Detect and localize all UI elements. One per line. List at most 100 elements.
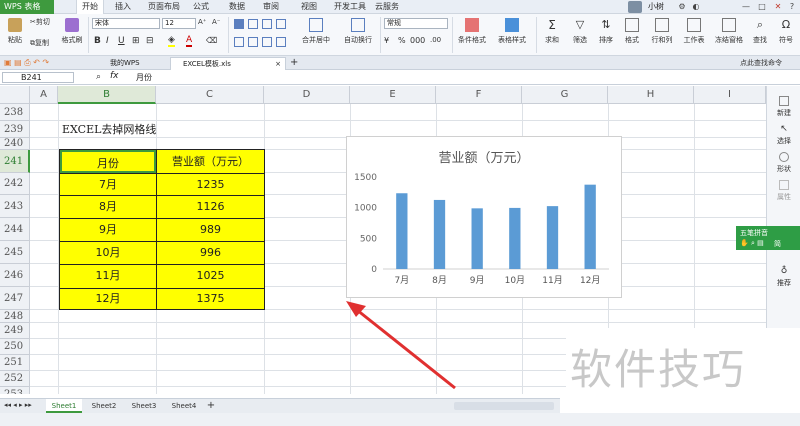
name-box[interactable]: B241 xyxy=(2,72,74,83)
paste-button[interactable]: 粘贴 xyxy=(2,18,28,45)
grow-font-icon[interactable]: A⁺ xyxy=(198,18,206,26)
currency-icon[interactable]: ¥ xyxy=(384,36,389,45)
row-header[interactable]: 239 xyxy=(0,121,30,138)
align-top-icon[interactable] xyxy=(234,19,244,29)
sheet-nav-icons[interactable]: ◂◂ ◂ ▸ ▸▸ xyxy=(4,401,32,409)
bar[interactable] xyxy=(546,206,559,269)
align-center-icon[interactable] xyxy=(248,37,258,47)
bar[interactable] xyxy=(584,184,596,269)
tab-my-wps[interactable]: 我的WPS xyxy=(98,57,168,70)
row-col-button[interactable]: 行和列 xyxy=(648,18,676,45)
tab-view[interactable]: 视图 xyxy=(296,0,322,14)
panel-recommend-button[interactable]: ♁ 推荐 xyxy=(767,266,800,288)
tab-page-layout[interactable]: 页面布局 xyxy=(144,0,184,14)
skin-icon[interactable]: ◐ xyxy=(690,1,702,12)
row-header[interactable]: 246 xyxy=(0,264,30,287)
header-cell-revenue[interactable]: 营业额（万元） xyxy=(157,150,264,173)
ime-toolbar[interactable]: 五笔拼音 ✋ ⌕ ▤ 简 xyxy=(736,226,800,250)
command-search[interactable]: 点此查找命令 xyxy=(740,58,782,68)
sheet-tab-2[interactable]: Sheet2 xyxy=(86,399,122,413)
data-table[interactable]: 月份 营业额（万元） 7月 1235 8月 1126 9月 989 10月 99… xyxy=(59,149,265,290)
sort-button[interactable]: ⇅ 排序 xyxy=(594,18,618,45)
row-header[interactable]: 240 xyxy=(0,138,30,150)
row-header[interactable]: 250 xyxy=(0,339,30,355)
tab-developer[interactable]: 开发工具 xyxy=(330,0,370,14)
strike-icon[interactable]: ⊟ xyxy=(146,36,154,46)
tab-formula[interactable]: 公式 xyxy=(188,0,214,14)
column-header-a[interactable]: A xyxy=(30,86,58,104)
sheet-tab-3[interactable]: Sheet3 xyxy=(126,399,162,413)
number-format-select[interactable]: 常规 xyxy=(384,18,448,29)
column-header-d[interactable]: D xyxy=(264,86,350,104)
formula-input[interactable]: 月份 xyxy=(130,72,760,83)
table-cell-revenue[interactable]: 1375 xyxy=(157,289,264,309)
tab-data[interactable]: 数据 xyxy=(224,0,250,14)
align-middle-icon[interactable] xyxy=(248,19,258,29)
sum-button[interactable]: Σ 求和 xyxy=(540,18,564,45)
row-header[interactable]: 245 xyxy=(0,241,30,264)
new-tab-icon[interactable]: + xyxy=(290,57,298,68)
freeze-panes-button[interactable]: 冻结窗格 xyxy=(712,18,746,45)
align-right-icon[interactable] xyxy=(262,37,272,47)
bar[interactable] xyxy=(396,193,408,269)
table-cell-month[interactable]: 10月 xyxy=(60,242,156,264)
merge-center-button[interactable]: 合并居中 xyxy=(296,18,336,45)
panel-select-button[interactable]: ↖ 选择 xyxy=(767,124,800,146)
horizontal-scrollbar[interactable] xyxy=(454,402,554,410)
border-icon[interactable]: ⊞ xyxy=(132,36,140,46)
tab-start[interactable]: 开始 xyxy=(76,0,104,14)
underline-button[interactable]: U xyxy=(118,36,125,46)
data-table-last-row[interactable]: 12月 1375 xyxy=(59,288,265,310)
tab-review[interactable]: 审阅 xyxy=(258,0,284,14)
decimal-icon[interactable]: .00 xyxy=(430,36,441,44)
tab-cloud[interactable]: 云服务 xyxy=(372,0,402,14)
symbol-button[interactable]: Ω 符号 xyxy=(774,18,798,45)
ime-mode[interactable]: 简 xyxy=(774,239,781,249)
panel-shape-button[interactable]: 形状 xyxy=(767,152,800,174)
bar-chart[interactable]: 营业额（万元） 0 500 1000 1500 7月 8月 9月 10月 11月 12月 xyxy=(346,136,622,298)
row-header[interactable]: 247 xyxy=(0,287,30,310)
bar[interactable] xyxy=(433,199,446,269)
panel-properties-button[interactable]: 属性 xyxy=(767,180,800,202)
cut-button[interactable]: ✂剪切 xyxy=(30,17,50,27)
table-cell-month[interactable]: 9月 xyxy=(60,219,156,241)
align-bottom-icon[interactable] xyxy=(262,19,272,29)
table-cell-month[interactable]: 8月 xyxy=(60,196,156,218)
row-header[interactable]: 242 xyxy=(0,173,30,195)
column-header-f[interactable]: F xyxy=(436,86,522,104)
table-cell-month[interactable]: 12月 xyxy=(60,289,156,309)
tab-insert[interactable]: 插入 xyxy=(110,0,136,14)
bar[interactable] xyxy=(509,207,521,269)
header-cell-month[interactable]: 月份 xyxy=(60,150,156,173)
avatar[interactable] xyxy=(628,1,642,13)
row-header[interactable]: 252 xyxy=(0,371,30,387)
bar[interactable] xyxy=(471,208,483,269)
tab-excel-file[interactable]: EXCEL模板.xls × xyxy=(170,57,286,70)
wrap-text-button[interactable]: 自动换行 xyxy=(338,18,378,45)
column-header-g[interactable]: G xyxy=(522,86,608,104)
justify-icon[interactable] xyxy=(276,37,286,47)
row-header[interactable]: 251 xyxy=(0,355,30,371)
font-name-select[interactable]: 宋体 xyxy=(92,18,160,29)
thousands-icon[interactable]: 000 xyxy=(410,36,425,45)
zoom-icon[interactable]: ⌕ xyxy=(96,72,101,82)
row-header[interactable]: 244 xyxy=(0,218,30,241)
column-header-e[interactable]: E xyxy=(350,86,436,104)
percent-icon[interactable]: % xyxy=(398,36,406,45)
settings-icon[interactable]: ⚙ xyxy=(676,1,688,12)
font-color-icon[interactable]: A xyxy=(186,35,193,47)
table-cell-month[interactable]: 7月 xyxy=(60,174,156,195)
bold-button[interactable]: B xyxy=(94,36,101,46)
table-cell-month[interactable]: 11月 xyxy=(60,265,156,287)
row-header[interactable]: 243 xyxy=(0,195,30,218)
title-cell[interactable]: EXCEL去掉网格线 xyxy=(62,121,156,138)
table-cell-revenue[interactable]: 1025 xyxy=(157,265,264,287)
column-header-c[interactable]: C xyxy=(156,86,264,104)
row-header-selected[interactable]: 241 xyxy=(0,150,30,173)
ime-icons[interactable]: ✋ ⌕ ▤ xyxy=(740,239,764,248)
worksheet-button[interactable]: 工作表 xyxy=(680,18,708,45)
table-cell-revenue[interactable]: 989 xyxy=(157,219,264,241)
row-header[interactable]: 249 xyxy=(0,323,30,339)
row-header[interactable]: 238 xyxy=(0,104,30,121)
help-icon[interactable]: ? xyxy=(786,1,798,12)
